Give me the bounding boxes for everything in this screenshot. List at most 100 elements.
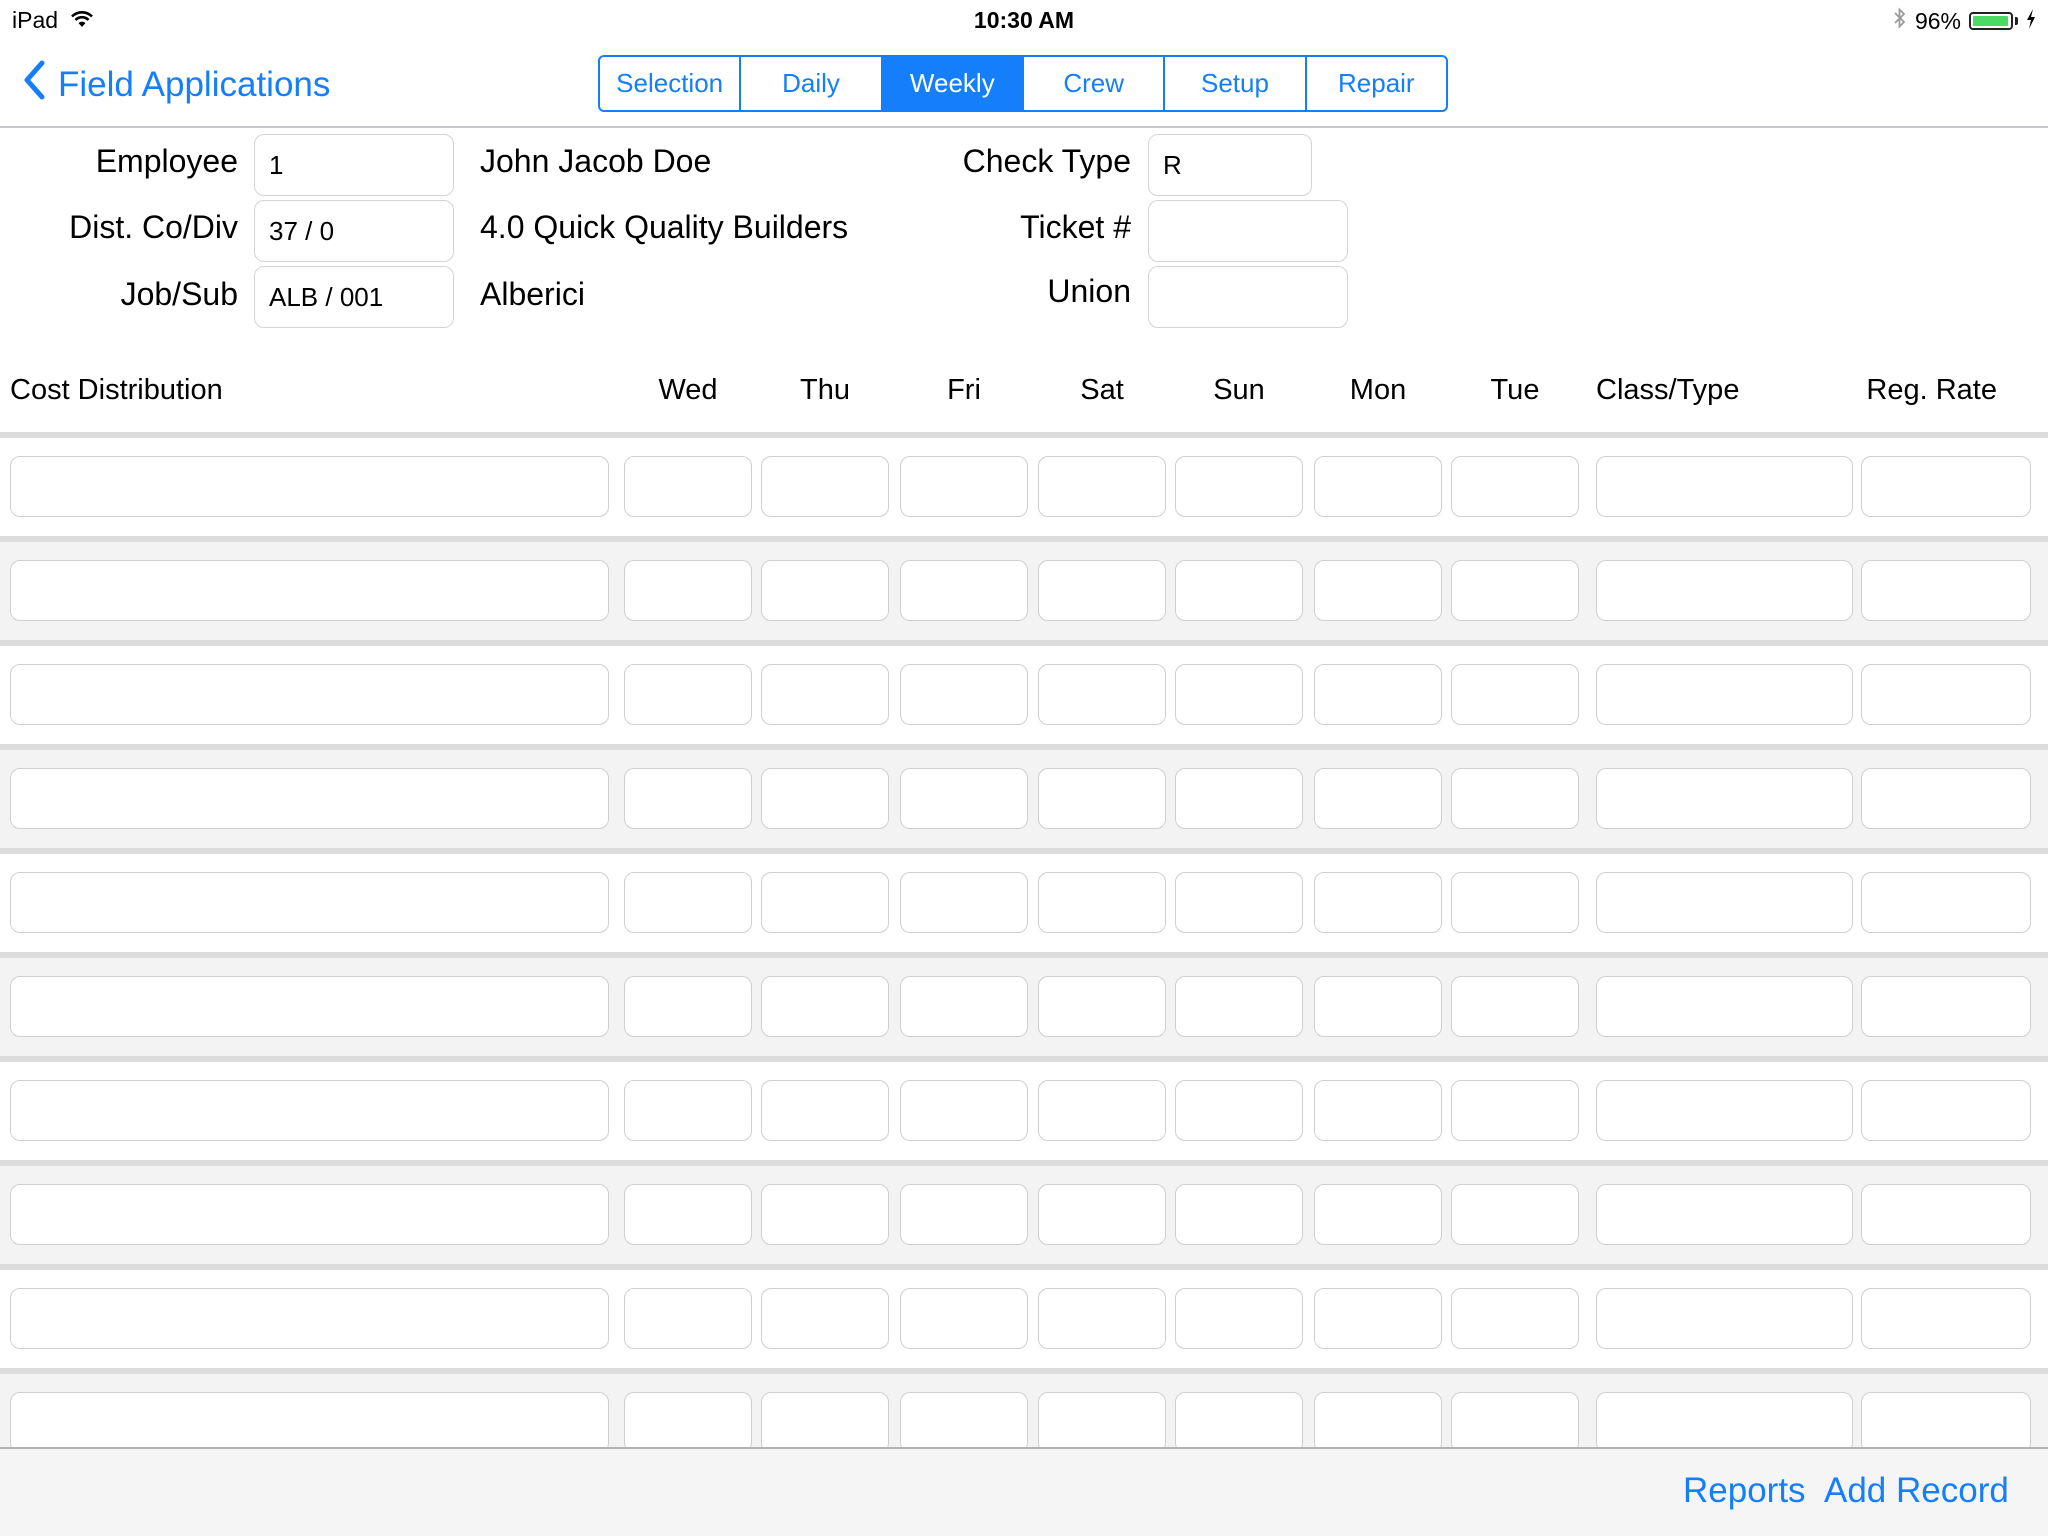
sat-hours-field[interactable] [1038, 1288, 1166, 1349]
wed-hours-field[interactable] [624, 1080, 752, 1141]
thu-hours-field[interactable] [761, 1392, 889, 1453]
tue-hours-field[interactable] [1451, 1288, 1579, 1349]
class-type-field[interactable] [1596, 1080, 1853, 1141]
mon-hours-field[interactable] [1314, 1184, 1442, 1245]
sat-hours-field[interactable] [1038, 664, 1166, 725]
mon-hours-field[interactable] [1314, 664, 1442, 725]
thu-hours-field[interactable] [761, 456, 889, 517]
class-type-field[interactable] [1596, 976, 1853, 1037]
sun-hours-field[interactable] [1175, 1288, 1303, 1349]
fri-hours-field[interactable] [900, 1080, 1028, 1141]
sat-hours-field[interactable] [1038, 768, 1166, 829]
sun-hours-field[interactable] [1175, 1080, 1303, 1141]
sun-hours-field[interactable] [1175, 1392, 1303, 1453]
tab-crew[interactable]: Crew [1021, 57, 1163, 110]
class-type-field[interactable] [1596, 664, 1853, 725]
cost-distribution-field[interactable] [10, 768, 609, 829]
thu-hours-field[interactable] [761, 664, 889, 725]
sat-hours-field[interactable] [1038, 1392, 1166, 1453]
fri-hours-field[interactable] [900, 664, 1028, 725]
mon-hours-field[interactable] [1314, 456, 1442, 517]
sat-hours-field[interactable] [1038, 560, 1166, 621]
sun-hours-field[interactable] [1175, 1184, 1303, 1245]
fri-hours-field[interactable] [900, 560, 1028, 621]
wed-hours-field[interactable] [624, 976, 752, 1037]
cost-distribution-field[interactable] [10, 560, 609, 621]
sat-hours-field[interactable] [1038, 976, 1166, 1037]
thu-hours-field[interactable] [761, 1288, 889, 1349]
wed-hours-field[interactable] [624, 1392, 752, 1453]
tue-hours-field[interactable] [1451, 456, 1579, 517]
tue-hours-field[interactable] [1451, 664, 1579, 725]
reg-rate-field[interactable] [1861, 1080, 2031, 1141]
reg-rate-field[interactable] [1861, 1288, 2031, 1349]
union-field[interactable] [1148, 266, 1348, 328]
tab-setup[interactable]: Setup [1163, 57, 1304, 110]
sat-hours-field[interactable] [1038, 872, 1166, 933]
thu-hours-field[interactable] [761, 1080, 889, 1141]
wed-hours-field[interactable] [624, 1288, 752, 1349]
mon-hours-field[interactable] [1314, 560, 1442, 621]
mon-hours-field[interactable] [1314, 768, 1442, 829]
tab-selection[interactable]: Selection [600, 57, 739, 110]
fri-hours-field[interactable] [900, 1184, 1028, 1245]
thu-hours-field[interactable] [761, 872, 889, 933]
mon-hours-field[interactable] [1314, 1080, 1442, 1141]
cost-distribution-field[interactable] [10, 456, 609, 517]
wed-hours-field[interactable] [624, 768, 752, 829]
check-type-field[interactable]: R [1148, 134, 1312, 196]
tue-hours-field[interactable] [1451, 768, 1579, 829]
thu-hours-field[interactable] [761, 560, 889, 621]
reg-rate-field[interactable] [1861, 664, 2031, 725]
tab-daily[interactable]: Daily [739, 57, 880, 110]
reg-rate-field[interactable] [1861, 768, 2031, 829]
cost-distribution-field[interactable] [10, 872, 609, 933]
mon-hours-field[interactable] [1314, 1288, 1442, 1349]
wed-hours-field[interactable] [624, 664, 752, 725]
tue-hours-field[interactable] [1451, 872, 1579, 933]
reports-button[interactable]: Reports [1683, 1471, 1806, 1511]
fri-hours-field[interactable] [900, 1392, 1028, 1453]
class-type-field[interactable] [1596, 872, 1853, 933]
sun-hours-field[interactable] [1175, 872, 1303, 933]
add-record-button[interactable]: Add Record [1824, 1471, 2009, 1511]
cost-distribution-field[interactable] [10, 1080, 609, 1141]
class-type-field[interactable] [1596, 1288, 1853, 1349]
thu-hours-field[interactable] [761, 1184, 889, 1245]
fri-hours-field[interactable] [900, 976, 1028, 1037]
sun-hours-field[interactable] [1175, 456, 1303, 517]
cost-distribution-field[interactable] [10, 1288, 609, 1349]
class-type-field[interactable] [1596, 456, 1853, 517]
tue-hours-field[interactable] [1451, 1184, 1579, 1245]
cost-distribution-field[interactable] [10, 976, 609, 1037]
cost-distribution-field[interactable] [10, 1392, 609, 1453]
wed-hours-field[interactable] [624, 872, 752, 933]
tab-weekly[interactable]: Weekly [880, 57, 1022, 110]
fri-hours-field[interactable] [900, 768, 1028, 829]
sat-hours-field[interactable] [1038, 1184, 1166, 1245]
wed-hours-field[interactable] [624, 456, 752, 517]
mon-hours-field[interactable] [1314, 872, 1442, 933]
employee-field[interactable]: 1 [254, 134, 454, 196]
thu-hours-field[interactable] [761, 768, 889, 829]
reg-rate-field[interactable] [1861, 1184, 2031, 1245]
sun-hours-field[interactable] [1175, 768, 1303, 829]
wed-hours-field[interactable] [624, 560, 752, 621]
class-type-field[interactable] [1596, 560, 1853, 621]
reg-rate-field[interactable] [1861, 872, 2031, 933]
mon-hours-field[interactable] [1314, 1392, 1442, 1453]
reg-rate-field[interactable] [1861, 456, 2031, 517]
tue-hours-field[interactable] [1451, 1392, 1579, 1453]
reg-rate-field[interactable] [1861, 1392, 2031, 1453]
tue-hours-field[interactable] [1451, 1080, 1579, 1141]
fri-hours-field[interactable] [900, 1288, 1028, 1349]
dist-co-div-field[interactable]: 37 / 0 [254, 200, 454, 262]
sat-hours-field[interactable] [1038, 1080, 1166, 1141]
sun-hours-field[interactable] [1175, 976, 1303, 1037]
thu-hours-field[interactable] [761, 976, 889, 1037]
sun-hours-field[interactable] [1175, 560, 1303, 621]
tue-hours-field[interactable] [1451, 560, 1579, 621]
cost-distribution-field[interactable] [10, 1184, 609, 1245]
tab-repair[interactable]: Repair [1304, 57, 1446, 110]
fri-hours-field[interactable] [900, 456, 1028, 517]
